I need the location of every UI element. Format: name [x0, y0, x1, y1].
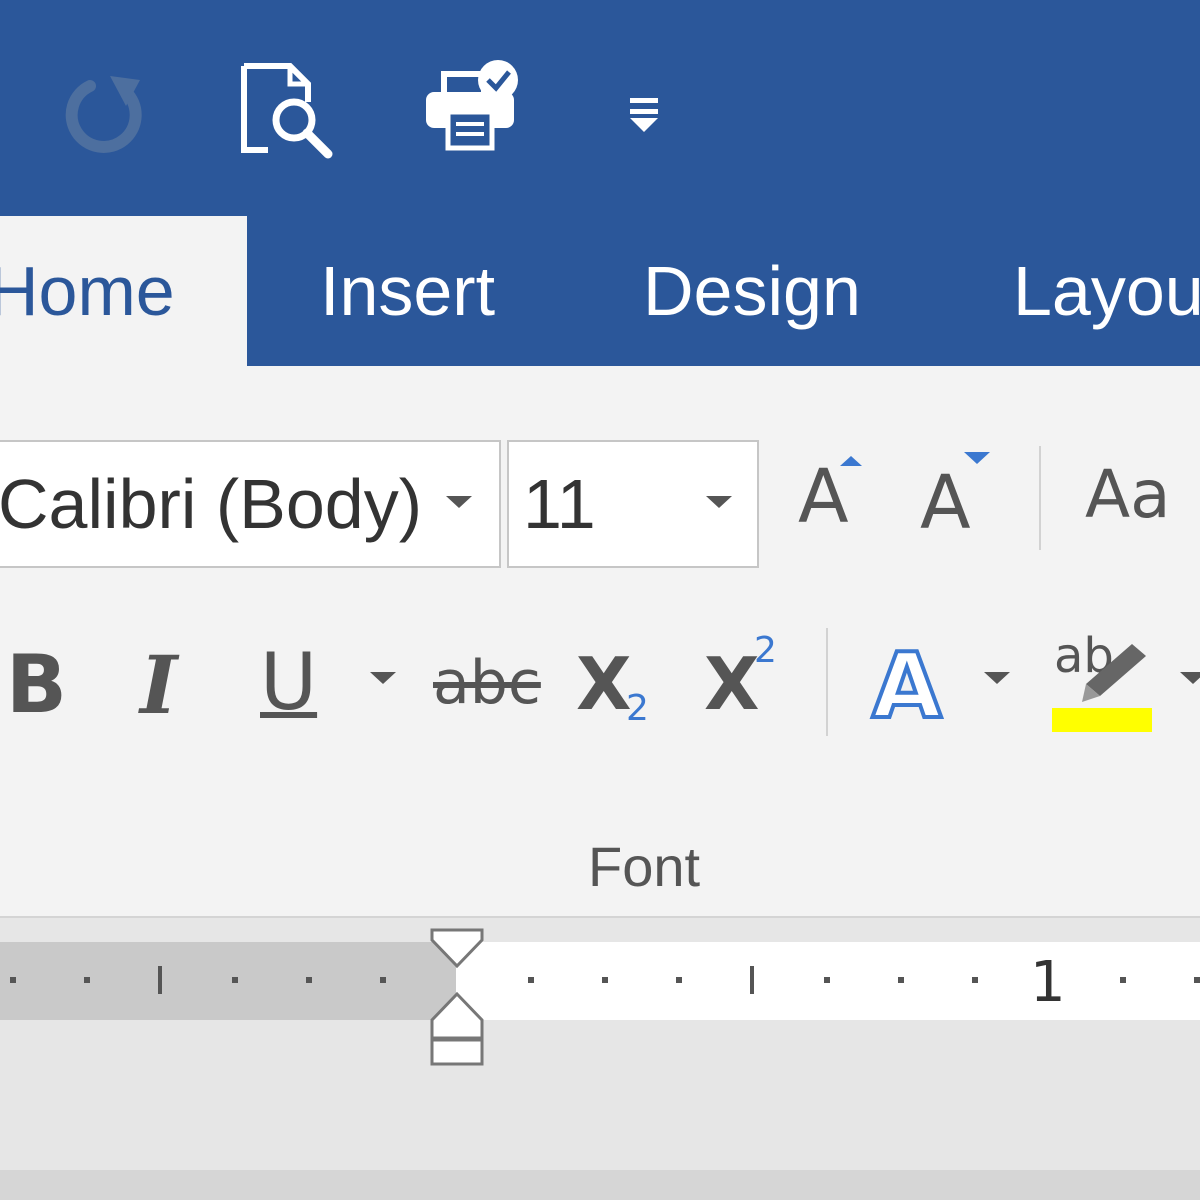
tab-insert[interactable]: Insert: [320, 216, 495, 366]
italic-button[interactable]: I: [140, 638, 200, 738]
ruler-tick: [898, 977, 904, 983]
shrink-font-label: A: [920, 460, 971, 546]
ribbon-font-group: Calibri (Body) 11 A A Aa B I U abc X 2 X…: [0, 366, 1200, 918]
caret-up-icon: [840, 456, 862, 466]
superscript-button[interactable]: X 2: [704, 630, 794, 742]
chevron-down-icon[interactable]: [446, 496, 472, 508]
ruler-tick: [306, 977, 312, 983]
bold-label: B: [6, 638, 67, 731]
print-preview-icon[interactable]: [238, 62, 338, 162]
superscript-base: X: [704, 642, 760, 726]
ruler-tick: [1194, 977, 1200, 983]
tab-home[interactable]: Home: [0, 216, 247, 366]
ribbon-tab-strip: Home Insert Design Layou: [0, 216, 1200, 366]
highlight-dropdown-chevron-icon[interactable]: [1180, 672, 1200, 684]
underline-label: U: [260, 638, 318, 728]
ruler-number: 1: [1030, 950, 1066, 1015]
text-effects-label: A: [870, 632, 944, 741]
bold-button[interactable]: B: [6, 638, 67, 738]
first-line-indent-marker[interactable]: [428, 928, 488, 968]
highlighter-pen-icon: [1082, 644, 1146, 702]
ruler-tick: [972, 977, 978, 983]
superscript-index: 2: [754, 630, 777, 671]
chevron-down-icon[interactable]: [706, 496, 732, 508]
ruler-tick: [528, 977, 534, 983]
document-area-edge: [0, 1170, 1200, 1200]
tab-design[interactable]: Design: [643, 216, 861, 366]
ruler-tick: [158, 966, 162, 994]
ruler-tick: [84, 977, 90, 983]
font-name-combobox[interactable]: Calibri (Body): [0, 440, 501, 568]
subscript-button[interactable]: X 2: [576, 642, 666, 742]
text-highlight-button[interactable]: ab: [1050, 628, 1160, 738]
ruler-tick: [602, 977, 608, 983]
ruler-tick: [676, 977, 682, 983]
font-size-value: 11: [523, 465, 596, 543]
tab-layout[interactable]: Layou: [1013, 216, 1200, 366]
caret-down-icon: [964, 452, 990, 464]
text-effects-button[interactable]: A: [870, 632, 962, 741]
hanging-indent-marker[interactable]: [428, 992, 488, 1068]
grow-font-button[interactable]: A: [798, 454, 868, 544]
ruler-tick: [380, 977, 386, 983]
text-effects-dropdown-chevron-icon[interactable]: [984, 672, 1010, 684]
highlight-color-swatch: [1052, 708, 1152, 732]
ruler-tick: [232, 977, 238, 983]
ruler-tick: [1120, 977, 1126, 983]
redo-icon[interactable]: [60, 66, 150, 156]
strikethrough-label: abc: [433, 648, 541, 718]
separator: [1039, 446, 1041, 550]
separator: [826, 628, 828, 736]
ruler-tick: [750, 966, 754, 994]
underline-dropdown-chevron-icon[interactable]: [370, 672, 396, 684]
strikethrough-button[interactable]: abc: [433, 648, 543, 738]
quick-access-toolbar: [0, 0, 1200, 216]
ruler-tick: [10, 977, 16, 983]
font-name-value: Calibri (Body): [0, 465, 422, 543]
subscript-index: 2: [626, 688, 649, 729]
horizontal-ruler: 1: [0, 942, 1200, 1020]
customize-qat-icon[interactable]: [626, 96, 662, 136]
italic-label: I: [140, 638, 178, 732]
change-case-label: Aa: [1085, 456, 1171, 533]
underline-button[interactable]: U: [260, 638, 330, 738]
ruler-tick: [824, 977, 830, 983]
change-case-button[interactable]: Aa: [1085, 456, 1200, 546]
subscript-base: X: [576, 642, 632, 726]
shrink-font-button[interactable]: A: [920, 452, 995, 546]
quick-print-icon[interactable]: [420, 58, 530, 153]
font-size-combobox[interactable]: 11: [507, 440, 759, 568]
font-group-label: Font: [588, 835, 701, 898]
